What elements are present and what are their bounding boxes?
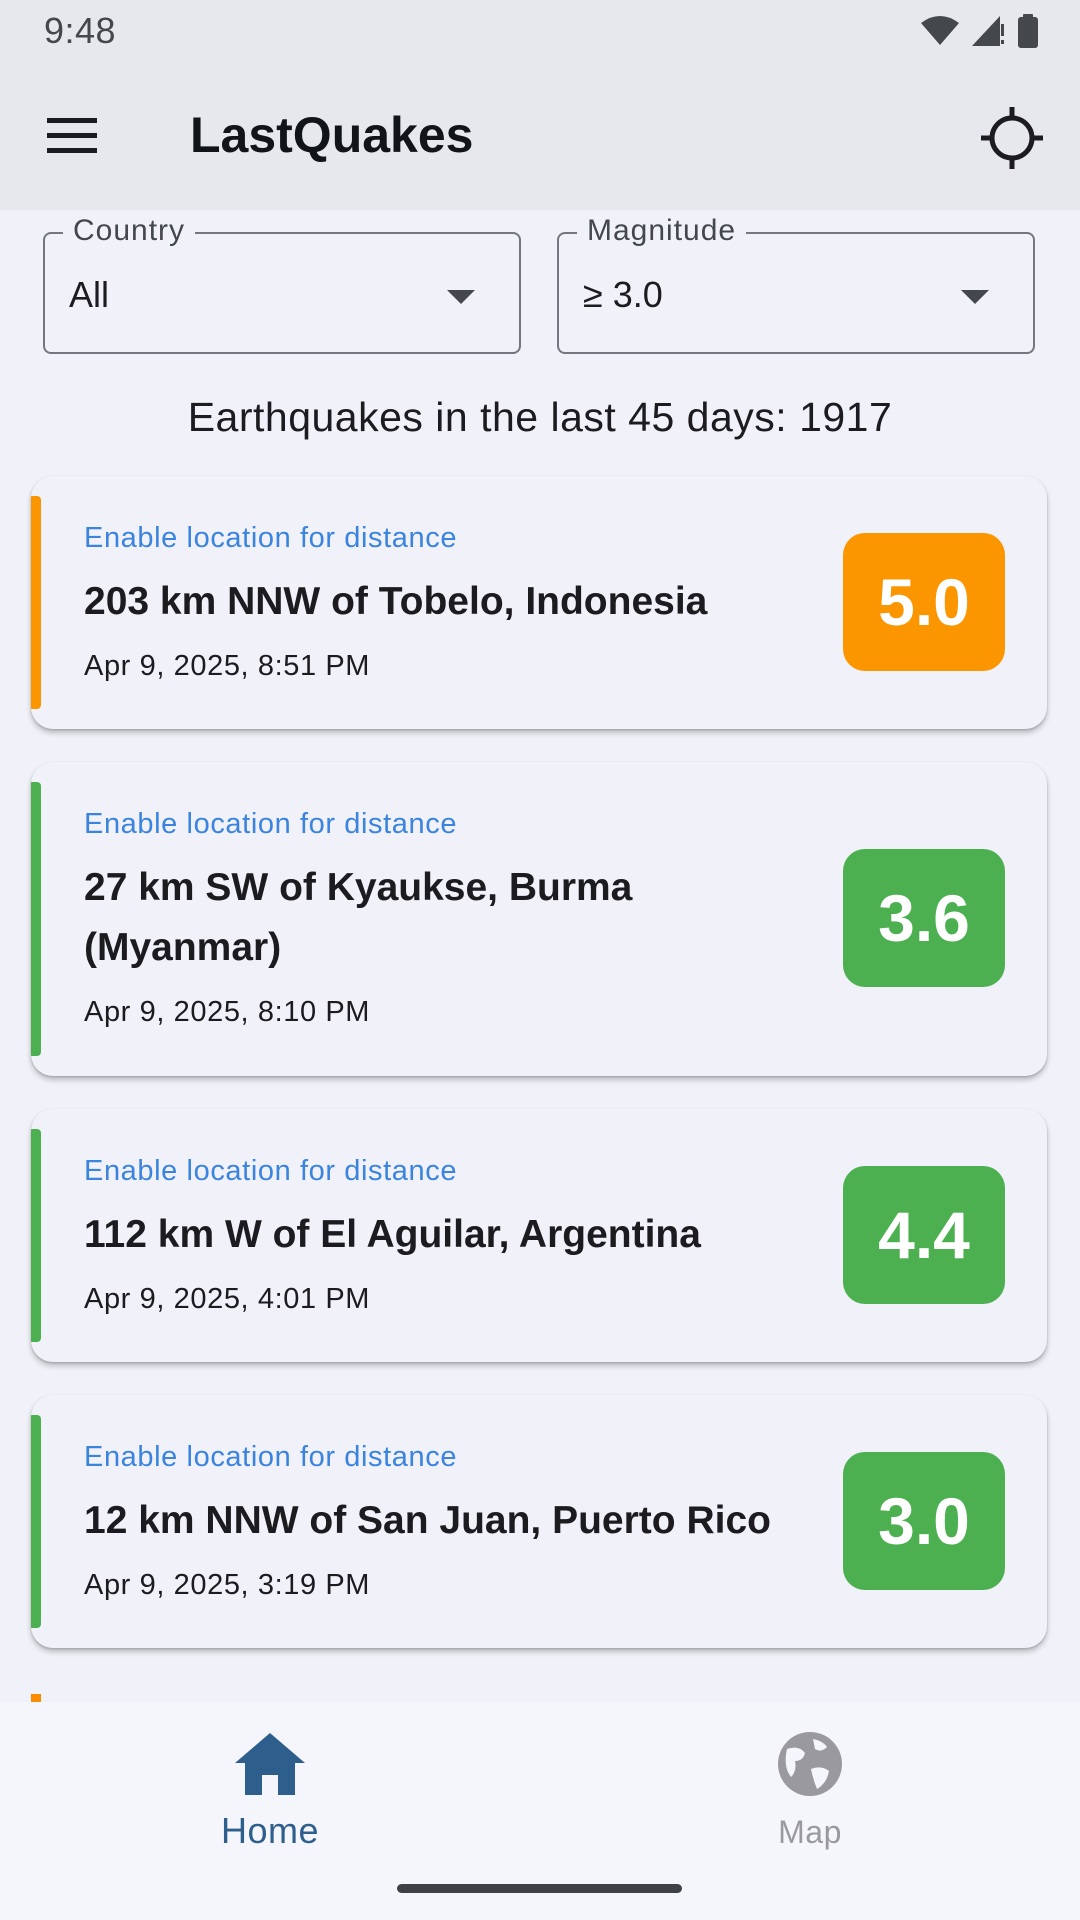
nav-map-label: Map — [778, 1814, 842, 1850]
magnitude-accent-bar — [31, 1415, 41, 1628]
magnitude-badge: 4.4 — [843, 1166, 1005, 1304]
country-dropdown-label: Country — [63, 214, 196, 248]
country-dropdown-value: All — [69, 274, 110, 315]
quake-card[interactable]: Enable location for distance 203 km NNW … — [31, 476, 1047, 729]
quake-time: Apr 9, 2025, 3:19 PM — [84, 1569, 371, 1601]
battery-icon — [1018, 14, 1038, 48]
my-location-icon — [981, 107, 1043, 169]
menu-button[interactable] — [36, 100, 108, 172]
quake-place: 27 km SW of Kyaukse, Burma (Myanmar) — [84, 866, 633, 969]
enable-location-hint[interactable]: Enable location for distance — [84, 1155, 457, 1188]
gesture-bar[interactable] — [397, 1884, 682, 1893]
quake-place: 112 km W of El Aguilar, Argentina — [84, 1213, 701, 1256]
caret-down-icon — [961, 290, 989, 304]
wifi-icon — [921, 16, 959, 45]
nav-home-label: Home — [220, 1810, 320, 1851]
nav-home[interactable]: Home — [150, 1724, 390, 1884]
globe-icon — [770, 1724, 850, 1804]
enable-location-hint[interactable]: Enable location for distance — [84, 522, 457, 555]
screen: 9:48 LastQuakes Country All Magnitude ≥ … — [0, 0, 1080, 1920]
magnitude-badge: 5.0 — [843, 533, 1005, 671]
quake-place: 12 km NNW of San Juan, Puerto Rico — [84, 1499, 771, 1542]
magnitude-dropdown-value: ≥ 3.0 — [583, 274, 663, 315]
quake-card[interactable]: Enable location for distance 12 km NNW o… — [31, 1395, 1047, 1648]
quake-card[interactable]: Enable location for distance 112 km W of… — [31, 1109, 1047, 1362]
magnitude-badge: 3.6 — [843, 849, 1005, 987]
quake-card[interactable]: Enable location for distance 27 km SW of… — [31, 762, 1047, 1076]
status-icons — [920, 14, 1040, 48]
enable-location-hint[interactable]: Enable location for distance — [84, 1441, 457, 1474]
status-time: 9:48 — [44, 10, 117, 51]
cell-signal-icon — [972, 16, 1005, 46]
menu-icon — [47, 118, 97, 153]
home-icon — [230, 1724, 310, 1804]
earthquake-count: Earthquakes in the last 45 days: 1917 — [187, 394, 893, 440]
magnitude-accent-bar — [31, 782, 41, 1056]
my-location-button[interactable] — [974, 100, 1050, 176]
enable-location-hint[interactable]: Enable location for distance — [84, 808, 457, 841]
quake-time: Apr 9, 2025, 8:51 PM — [84, 650, 371, 682]
country-dropdown[interactable]: Country All — [43, 214, 521, 354]
nav-map[interactable]: Map — [690, 1724, 930, 1884]
quake-place: 203 km NNW of Tobelo, Indonesia — [84, 580, 708, 623]
magnitude-badge: 3.0 — [843, 1452, 1005, 1590]
app-title: LastQuakes — [190, 107, 474, 163]
quake-time: Apr 9, 2025, 4:01 PM — [84, 1283, 371, 1315]
status-bar: 9:48 — [0, 0, 1080, 62]
magnitude-dropdown-label: Magnitude — [577, 214, 747, 248]
magnitude-accent-bar — [31, 1129, 41, 1342]
caret-down-icon — [447, 290, 475, 304]
magnitude-accent-bar — [31, 496, 41, 709]
bottom-navigation: Home Map — [0, 1702, 1080, 1920]
app-bar: LastQuakes — [0, 62, 1080, 210]
quake-time: Apr 9, 2025, 8:10 PM — [84, 996, 371, 1028]
magnitude-dropdown[interactable]: Magnitude ≥ 3.0 — [557, 214, 1035, 354]
